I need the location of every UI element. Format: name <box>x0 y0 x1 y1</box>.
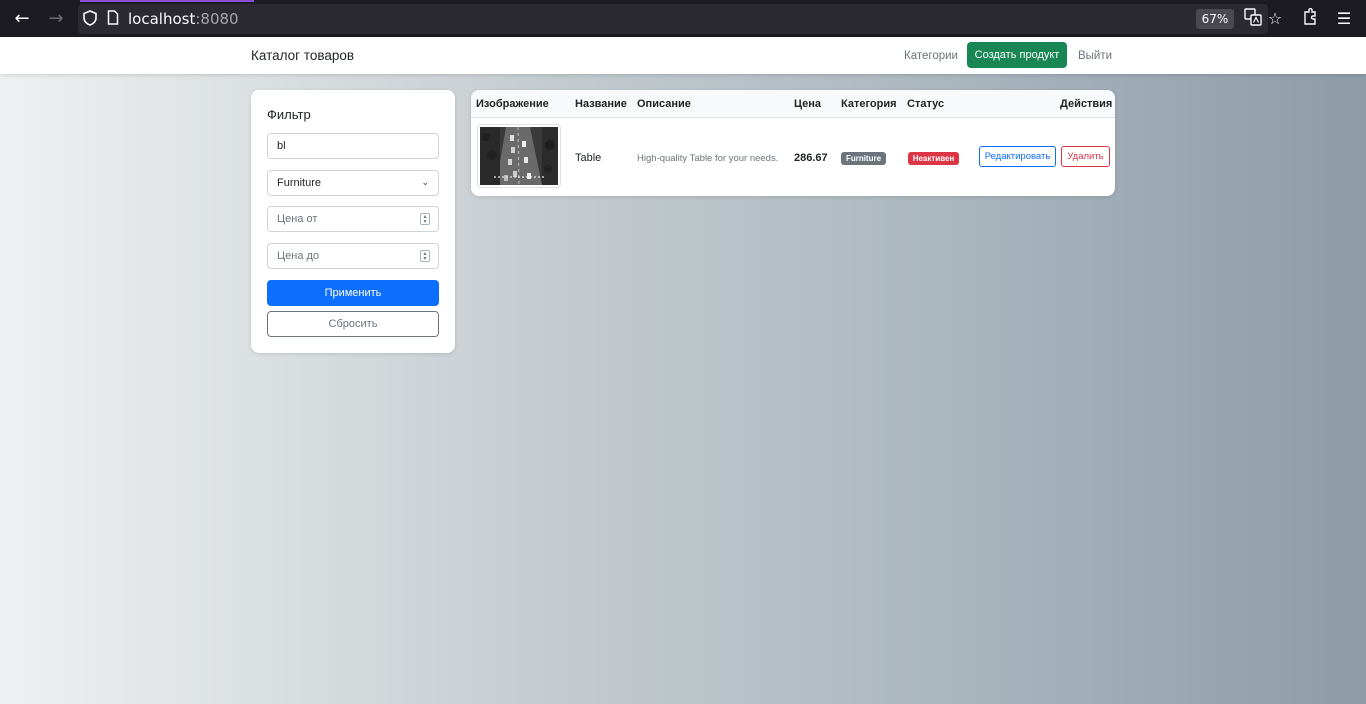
column-header-price: Цена <box>794 98 822 110</box>
address-bar[interactable]: localhost:8080 67% <box>78 4 1268 34</box>
category-badge: Furniture <box>841 152 886 165</box>
star-icon[interactable]: ☆ <box>1264 8 1286 30</box>
filter-panel: Фильтр bl Furniture ⌄ Цена от ▴ ▾ Цена до… <box>251 90 455 353</box>
category-select[interactable]: Furniture ⌄ <box>267 170 439 196</box>
page-icon <box>107 10 119 30</box>
shield-icon[interactable] <box>83 10 97 31</box>
url-host: localhost <box>128 10 196 28</box>
browser-toolbar: ← → localhost:8080 67% ☆ ☰ <box>0 0 1366 37</box>
number-spinner-icon[interactable]: ▴ ▾ <box>420 213 430 225</box>
category-select-value: Furniture <box>277 177 322 189</box>
reset-filter-button[interactable]: Сбросить <box>267 311 439 337</box>
product-table: Изображение Название Описание Цена Катег… <box>471 90 1115 196</box>
page-background: Каталог товаров Категории Создать продук… <box>0 37 1366 704</box>
column-header-actions: Действия <box>1060 98 1113 110</box>
translate-icon[interactable] <box>1242 8 1264 30</box>
product-photo <box>480 127 558 185</box>
column-header-description: Описание <box>637 98 691 110</box>
price-to-input[interactable]: Цена до ▴ ▾ <box>267 243 439 269</box>
top-navbar: Каталог товаров Категории Создать продук… <box>0 37 1366 74</box>
edit-button[interactable]: Редактировать <box>979 146 1056 167</box>
extensions-icon[interactable] <box>1299 7 1321 30</box>
url-text[interactable]: localhost:8080 <box>128 9 239 29</box>
column-header-category: Категория <box>841 98 897 110</box>
search-input-value: bl <box>277 140 286 152</box>
product-name: Table <box>575 152 602 164</box>
search-input[interactable]: bl <box>267 133 439 159</box>
url-port: :8080 <box>195 10 239 28</box>
price-from-placeholder: Цена от <box>277 213 318 225</box>
table-header: Изображение Название Описание Цена Катег… <box>471 90 1115 118</box>
column-header-image: Изображение <box>476 98 549 110</box>
delete-button[interactable]: Удалить <box>1061 146 1110 167</box>
price-to-placeholder: Цена до <box>277 250 320 262</box>
active-tab-indicator <box>80 0 254 2</box>
filter-title: Фильтр <box>267 107 311 122</box>
product-description: High-quality Table for your needs. <box>637 153 779 164</box>
product-price: 286.67 <box>794 152 828 164</box>
chevron-down-icon: ⌄ <box>421 178 429 188</box>
brand-title[interactable]: Каталог товаров <box>251 46 354 65</box>
menu-icon[interactable]: ☰ <box>1333 8 1355 30</box>
apply-filter-button[interactable]: Применить <box>267 280 439 306</box>
forward-arrow-icon[interactable]: → <box>45 8 67 30</box>
zoom-level-badge[interactable]: 67% <box>1196 9 1234 29</box>
status-badge: Неактивен <box>908 152 959 165</box>
column-header-status: Статус <box>907 98 945 110</box>
number-spinner-icon[interactable]: ▴ ▾ <box>420 250 430 262</box>
create-product-button[interactable]: Создать продукт <box>967 42 1067 68</box>
product-image[interactable] <box>477 124 561 188</box>
price-from-input[interactable]: Цена от ▴ ▾ <box>267 206 439 232</box>
nav-link-logout[interactable]: Выйти <box>1078 48 1112 64</box>
nav-link-categories[interactable]: Категории <box>904 48 958 64</box>
column-header-name: Название <box>575 98 627 110</box>
back-arrow-icon[interactable]: ← <box>11 8 33 30</box>
